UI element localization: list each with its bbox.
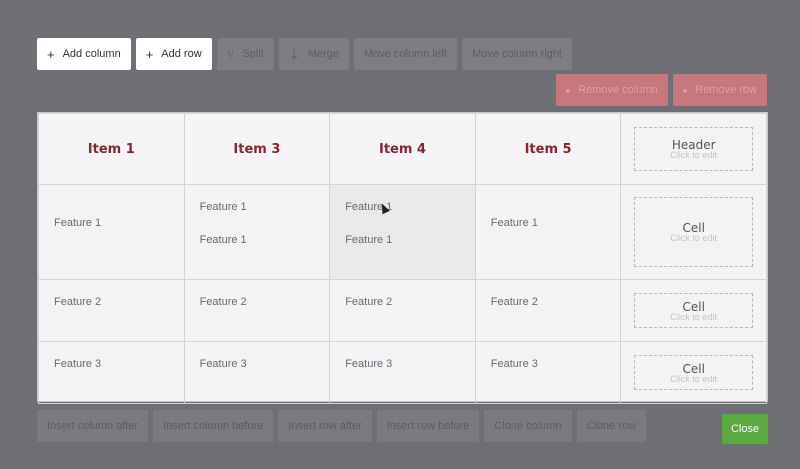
- insert-row-after-label: Insert row after: [288, 420, 362, 432]
- add-row-label: Add row: [161, 48, 202, 60]
- table-row: Feature 3 Feature 3 Feature 3 Feature 3 …: [38, 341, 767, 404]
- table-cell[interactable]: Feature 1 Feature 1: [329, 184, 476, 280]
- header-editor-cell[interactable]: Header Click to edit: [620, 113, 767, 185]
- plus-icon: +: [145, 46, 154, 62]
- cell-text: Feature 2: [490, 296, 538, 308]
- insert-row-before-label: Insert row before: [386, 420, 470, 432]
- cell-editor[interactable]: Cell Click to edit: [634, 197, 753, 267]
- add-column-button[interactable]: + Add column: [37, 38, 131, 70]
- trash-icon: ▪: [565, 82, 571, 98]
- header-cell[interactable]: Item 5: [474, 113, 622, 185]
- cell-text: Feature 1: [199, 234, 247, 246]
- insert-column-before-button[interactable]: Insert column before: [153, 410, 274, 442]
- add-column-label: Add column: [62, 48, 121, 60]
- header-cell[interactable]: Item 1: [38, 113, 185, 185]
- cell-editor[interactable]: Cell Click to edit: [634, 355, 753, 390]
- clone-row-label: Clone row: [586, 420, 637, 432]
- remove-column-button[interactable]: ▪ Remove column: [555, 74, 668, 106]
- table-cell[interactable]: Feature 1: [38, 184, 185, 280]
- plus-icon: +: [47, 46, 55, 62]
- cell-editor-cell[interactable]: Cell Click to edit: [620, 341, 767, 404]
- cell-editor-cell[interactable]: Cell Click to edit: [620, 184, 767, 280]
- comparison-table: Item 1 Item 3 Item 4 Item 5 Header Click…: [37, 112, 768, 404]
- table-cell[interactable]: Feature 2: [38, 279, 185, 342]
- header-cell[interactable]: Item 3: [183, 113, 331, 185]
- merge-label: Merge: [307, 48, 339, 60]
- clone-row-button[interactable]: Clone row: [576, 410, 647, 442]
- cell-editor-hint: Click to edit: [670, 233, 717, 243]
- move-column-left-button[interactable]: Move column left: [353, 38, 458, 70]
- cell-text: Feature 1: [54, 217, 102, 229]
- cell-editor[interactable]: Cell Click to edit: [634, 293, 753, 328]
- table-cell[interactable]: Feature 2: [183, 279, 331, 342]
- table-header-row: Item 1 Item 3 Item 4 Item 5 Header Click…: [38, 113, 767, 185]
- cell-text: Feature 3: [490, 358, 538, 370]
- remove-row-label: Remove row: [695, 84, 757, 96]
- header-cell[interactable]: Item 4: [329, 113, 476, 185]
- bottom-toolbar: Insert column after Insert column before…: [37, 410, 647, 442]
- clone-column-button[interactable]: Clone column: [484, 410, 572, 442]
- insert-row-before-button[interactable]: Insert row before: [376, 410, 480, 442]
- move-column-right-label: Move column right: [472, 48, 562, 60]
- insert-column-before-label: Insert column before: [163, 420, 264, 432]
- table-cell[interactable]: Feature 1 Feature 1: [183, 184, 331, 280]
- close-wrap: Close: [722, 414, 768, 444]
- cell-text: Feature 2: [199, 296, 247, 308]
- add-row-button[interactable]: + Add row: [135, 38, 212, 70]
- header-text: Item 1: [87, 141, 135, 157]
- merge-icon: ⇣: [288, 46, 300, 62]
- header-editor[interactable]: Header Click to edit: [634, 127, 753, 171]
- insert-column-after-label: Insert column after: [47, 420, 139, 432]
- table-cell[interactable]: Feature 3: [329, 341, 476, 404]
- trash-icon: ▪: [682, 82, 688, 98]
- insert-row-after-button[interactable]: Insert row after: [278, 410, 372, 442]
- cell-text: Feature 1: [490, 217, 538, 229]
- table-cell[interactable]: Feature 3: [474, 341, 622, 404]
- cell-text: Feature 3: [345, 358, 393, 370]
- clone-column-label: Clone column: [494, 420, 562, 432]
- top-toolbar: + Add column + Add row ⑂ Split ⇣ Merge M…: [37, 38, 572, 70]
- cell-text: Feature 3: [199, 358, 247, 370]
- cell-text: Feature 3: [54, 358, 102, 370]
- cell-editor-cell[interactable]: Cell Click to edit: [620, 279, 767, 342]
- merge-button[interactable]: ⇣ Merge: [278, 38, 349, 70]
- move-column-left-label: Move column left: [363, 48, 448, 60]
- table-row: Feature 2 Feature 2 Feature 2 Feature 2 …: [38, 279, 767, 342]
- header-text: Item 3: [233, 141, 281, 157]
- table-cell[interactable]: Feature 2: [474, 279, 622, 342]
- cell-text: Feature 1: [345, 234, 393, 246]
- table-cell[interactable]: Feature 3: [183, 341, 331, 404]
- cell-text: Feature 2: [345, 296, 393, 308]
- table-cell[interactable]: Feature 2: [329, 279, 476, 342]
- remove-column-label: Remove column: [578, 84, 658, 96]
- remove-row-button[interactable]: ▪ Remove row: [672, 74, 767, 106]
- split-icon: ⑂: [226, 46, 235, 62]
- insert-column-after-button[interactable]: Insert column after: [37, 410, 149, 442]
- cell-editor-hint: Click to edit: [670, 311, 717, 322]
- close-button[interactable]: Close: [722, 414, 768, 444]
- move-column-right-button[interactable]: Move column right: [462, 38, 572, 70]
- cell-text: Feature 1: [199, 201, 247, 213]
- header-editor-hint: Click to edit: [670, 150, 717, 160]
- cell-text: Feature 2: [54, 296, 102, 308]
- split-label: Split: [242, 48, 264, 60]
- cell-editor-hint: Click to edit: [670, 373, 717, 384]
- split-button[interactable]: ⑂ Split: [216, 38, 274, 70]
- table-row: Feature 1 Feature 1 Feature 1 Feature 1 …: [38, 184, 767, 280]
- table-cell[interactable]: Feature 3: [38, 341, 185, 404]
- remove-toolbar: ▪ Remove column ▪ Remove row: [555, 74, 767, 106]
- header-text: Item 5: [524, 141, 572, 157]
- table-cell[interactable]: Feature 1: [474, 184, 622, 280]
- header-text: Item 4: [378, 141, 426, 157]
